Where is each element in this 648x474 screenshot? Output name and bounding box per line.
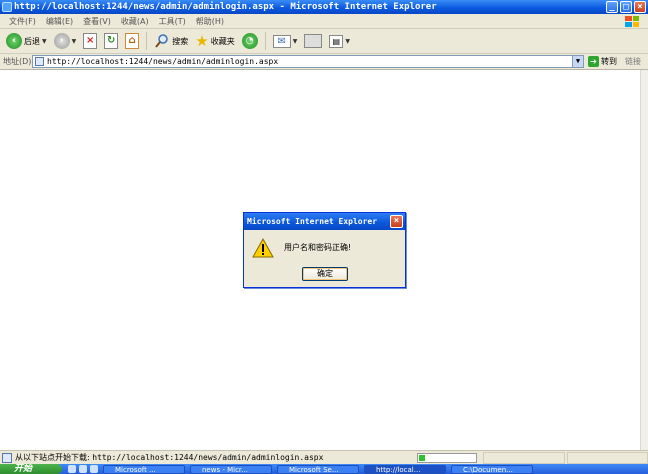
mail-icon: ✉ (272, 34, 291, 48)
vertical-scrollbar[interactable] (640, 70, 648, 450)
history-button[interactable]: ◔ (240, 31, 260, 51)
back-button[interactable]: ‹ 后退 ▼ (4, 31, 49, 51)
dialog-title: Microsoft Internet Explorer (247, 217, 378, 226)
stop-icon: × (83, 33, 98, 49)
windows-logo-icon (620, 15, 644, 28)
menu-help[interactable]: 帮助(H) (191, 14, 229, 28)
taskbar-item[interactable]: C:\Documen... (451, 464, 533, 474)
forward-arrow-icon: › (53, 33, 70, 49)
edit-button[interactable]: ▤ ▼ (327, 31, 352, 51)
ie-icon (2, 2, 12, 12)
ok-button[interactable]: 确定 (302, 267, 348, 281)
links-button[interactable]: 链接 (625, 56, 641, 67)
star-icon: ★ (195, 32, 209, 50)
dialog-close-button[interactable]: × (390, 215, 403, 228)
standard-toolbar: ‹ 后退 ▼ › ▼ × ↻ ⌂ 搜索 ★ 收藏夹 ◔ ✉ ▼ ▤ ▼ (0, 29, 648, 54)
quick-launch-icon[interactable] (90, 465, 98, 473)
maximize-button[interactable]: □ (620, 1, 632, 13)
taskbar: 开始 Microsoft ... news - Micr... Microsof… (0, 464, 648, 474)
status-panel (566, 451, 648, 464)
status-url: http://localhost:1244/news/admin/adminlo… (92, 453, 324, 462)
favorites-label: 收藏夹 (210, 36, 235, 46)
go-arrow-icon: ➔ (588, 56, 599, 67)
taskbar-item[interactable]: Microsoft ... (103, 464, 185, 474)
menu-bar: 文件(F) 编辑(E) 查看(V) 收藏(A) 工具(T) 帮助(H) (0, 14, 648, 29)
status-prefix: 从以下站点开始下载: (15, 453, 90, 462)
status-bar: 从以下站点开始下载: http://localhost:1244/news/ad… (0, 450, 648, 464)
search-icon (155, 34, 168, 48)
quick-launch-icon[interactable] (79, 465, 87, 473)
chevron-down-icon[interactable]: ▼ (72, 38, 77, 45)
print-button[interactable] (302, 31, 324, 51)
dialog-message: 用户名和密码正确! (284, 243, 352, 252)
home-icon: ⌂ (125, 33, 140, 49)
dialog-title-bar[interactable]: Microsoft Internet Explorer × (244, 213, 405, 230)
menu-favorites[interactable]: 收藏(A) (116, 14, 154, 28)
download-progress-bar (417, 452, 477, 463)
address-url: http://localhost:1244/news/admin/adminlo… (47, 57, 279, 66)
chevron-down-icon[interactable]: ▼ (293, 38, 298, 45)
window-title: http://localhost:1244/news/admin/adminlo… (14, 2, 437, 12)
page-icon (35, 57, 44, 66)
warning-icon (252, 238, 274, 258)
refresh-icon: ↻ (104, 33, 119, 49)
home-button[interactable]: ⌂ (123, 31, 141, 51)
address-label: 地址(D) (3, 57, 32, 66)
window-title-bar[interactable]: http://localhost:1244/news/admin/adminlo… (0, 0, 648, 14)
edit-page-icon: ▤ (329, 34, 344, 48)
favorites-button[interactable]: ★ 收藏夹 (193, 31, 236, 51)
back-label: 后退 (24, 36, 40, 46)
taskbar-item[interactable]: http://local... (364, 464, 446, 474)
history-icon: ◔ (241, 33, 258, 49)
go-label: 转到 (601, 57, 617, 66)
start-button[interactable]: 开始 (0, 464, 62, 474)
quick-launch (68, 465, 98, 473)
back-arrow-icon: ‹ (6, 33, 22, 49)
taskbar-item[interactable]: Microsoft Se... (277, 464, 359, 474)
status-panels (483, 451, 648, 464)
mail-button[interactable]: ✉ ▼ (271, 31, 300, 51)
address-input[interactable]: http://localhost:1244/news/admin/adminlo… (32, 55, 584, 68)
status-panel (483, 451, 565, 464)
chevron-down-icon[interactable]: ▼ (572, 56, 583, 67)
forward-button[interactable]: › ▼ (52, 31, 79, 51)
address-bar: 地址(D) http://localhost:1244/news/admin/a… (0, 54, 648, 70)
window-controls: _ □ × (606, 1, 646, 13)
refresh-button[interactable]: ↻ (102, 31, 120, 51)
search-label: 搜索 (172, 36, 189, 46)
page-loading-icon (2, 452, 12, 463)
menu-tools[interactable]: 工具(T) (154, 14, 191, 28)
status-text: 从以下站点开始下载: http://localhost:1244/news/ad… (15, 452, 411, 463)
alert-dialog: Microsoft Internet Explorer × 用户名和密码正确! … (243, 212, 406, 288)
dialog-body: 用户名和密码正确! 确定 (244, 230, 405, 287)
menu-edit[interactable]: 编辑(E) (41, 14, 78, 28)
chevron-down-icon[interactable]: ▼ (42, 38, 47, 45)
chevron-down-icon[interactable]: ▼ (345, 38, 350, 45)
close-button[interactable]: × (634, 1, 646, 13)
quick-launch-icon[interactable] (68, 465, 76, 473)
go-button[interactable]: ➔ 转到 (588, 56, 617, 67)
menu-view[interactable]: 查看(V) (78, 14, 116, 28)
minimize-button[interactable]: _ (606, 1, 618, 13)
progress-fill (419, 454, 425, 461)
taskbar-item[interactable]: news - Micr... (190, 464, 272, 474)
printer-icon (304, 34, 323, 48)
search-button[interactable]: 搜索 (152, 31, 190, 51)
stop-button[interactable]: × (81, 31, 99, 51)
menu-file[interactable]: 文件(F) (4, 14, 41, 28)
toolbar-separator (146, 32, 148, 50)
toolbar-separator (264, 32, 266, 50)
